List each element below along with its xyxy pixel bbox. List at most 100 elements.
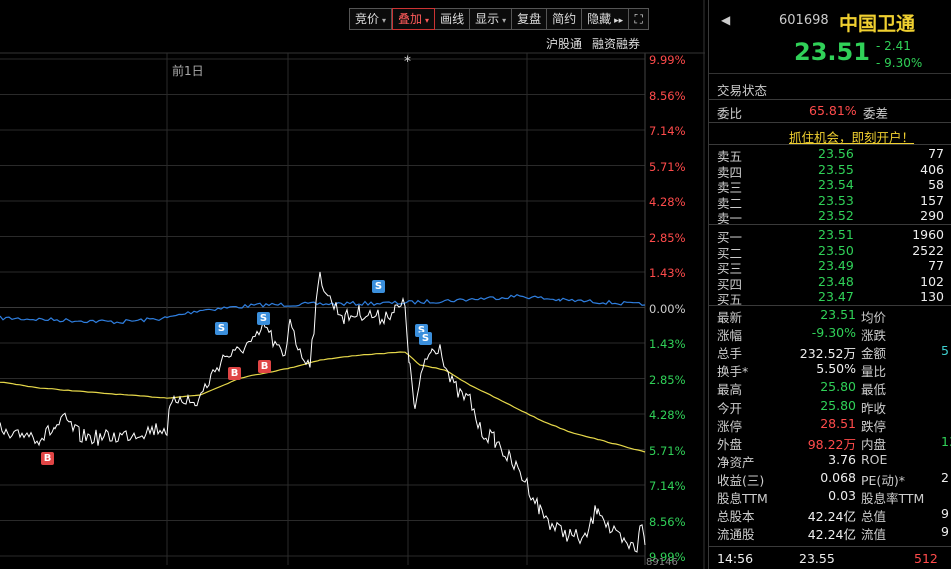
stat-label-2: 量比 [861,364,887,380]
trade-status-label: 交易状态 [717,83,768,98]
ask-volume: 157 [920,192,944,208]
sell-marker[interactable]: S [215,322,228,335]
stat-label: 总股本 [717,509,755,525]
stat-label-2: 金额 [861,346,887,362]
back-triangle-icon[interactable]: ◀ [721,13,730,27]
simple-button[interactable]: 简约 [547,8,583,30]
stat-value-2: 13 [941,433,951,449]
bid-price: 23.49 [818,258,854,273]
pct-tick-label: 9.99% [649,53,686,67]
stat-row: 外盘 98.22万内盘 13 [709,434,951,452]
bid-volume: 130 [920,289,944,304]
quote-header: ◀ 601698 中国卫通 23.51 - 2.41 - 9.30% [709,0,951,74]
bid-price: 23.48 [818,273,854,289]
stock-code: 601698 [779,13,829,28]
pct-tick-label: 2.85% [649,372,686,387]
stat-value-2: 2 [941,469,949,485]
pct-tick-label: 8.56% [649,88,686,103]
bid-price: 23.50 [818,242,854,258]
stat-row: 最新 23.51 均价 [709,307,951,325]
hide-button[interactable]: 隐藏 ▸▸ [582,8,630,30]
hgt-link[interactable]: 沪股通 [546,35,582,52]
draw-line-button[interactable]: 画线 [435,8,471,30]
stat-value: 25.80 [820,379,856,395]
chart-toolbar: 竞价 ▾ 叠加 ▾ 画线 显示 ▾ 复盘 简约 隐藏 ▸▸ ⛶ [349,8,650,30]
stat-label: 股息TTM [717,491,768,506]
intraday-chart[interactable]: * 竞价 ▾ 叠加 ▾ 画线 显示 ▾ 复盘 简约 隐藏 ▸▸ ⛶ 沪股通 融资融券 前… [0,0,705,569]
fullscreen-icon[interactable]: ⛶ [629,8,650,30]
replay-button[interactable]: 复盘 [512,8,548,30]
stat-label-2: 均价 [861,310,887,325]
stat-label: 流通股 [717,527,755,543]
ask-volume: 290 [920,208,944,223]
buy-marker[interactable]: B [258,360,271,373]
stat-label-2: PE(动)* [861,472,905,488]
stat-row: 股息TTM 0.03 股息率TTM [709,488,951,506]
auction-button[interactable]: 竞价 ▾ [349,8,393,30]
sell-marker[interactable]: S [372,280,385,293]
prev-day-label: 前1日 [172,64,204,78]
bid-volume: 102 [920,273,944,289]
ask-volume: 58 [928,177,944,192]
margin-trading-link[interactable]: 融资融券 [592,35,640,52]
stat-label: 净资产 [717,454,755,470]
stat-label: 最新 [717,310,743,325]
quote-panel: ◀ 601698 中国卫通 23.51 - 2.41 - 9.30% 交易状态 … [708,0,951,569]
tick-time: 14:56 [717,551,754,566]
tick-row: 14:56 23.55 512 [709,551,951,569]
buy-marker[interactable]: B [228,367,241,380]
trade-status-row: 交易状态 [709,80,951,98]
stat-label: 换手* [717,364,749,380]
pct-tick-label: 5.71% [649,159,686,174]
pct-tick-label: 4.28% [649,408,686,422]
stat-label-2: 昨收 [861,400,887,416]
tick-volume: 512 [914,551,938,566]
stat-label-2: 股息率TTM [861,491,925,506]
stat-row: 换手* 5.50% 量比 [709,361,951,379]
bid-volume: 77 [928,258,944,273]
ask-price: 23.53 [818,192,854,208]
bid-volume: 1960 [912,227,944,242]
sell-marker[interactable]: S [419,332,432,345]
index-line [0,294,646,325]
pct-tick-label: 1.43% [649,337,686,351]
ask-volume: 406 [920,161,944,177]
ask-price: 23.54 [818,177,854,192]
bid-volume: 2522 [912,242,944,258]
display-button[interactable]: 显示 ▾ [470,8,513,30]
stat-value-2: 9 [941,524,949,540]
pct-tick-label: 1.43% [649,266,686,280]
chart-canvas[interactable]: * [0,0,705,569]
weibi-row: 委比 65.81% 委差 [717,103,889,121]
stat-row: 净资产 3.76 ROE [709,452,951,470]
volume-number: 89146 [646,557,678,568]
stat-value-2: 5 [941,343,949,359]
stat-label: 涨停 [717,418,743,434]
stat-label-2: 内盘 [861,436,887,452]
pct-tick-label: 5.71% [649,443,686,458]
stock-name: 中国卫通 [839,13,916,35]
sell-marker[interactable]: S [257,312,270,325]
stat-value: 0.068 [820,469,856,485]
stat-value: 98.22万 [807,436,856,452]
stat-value: 42.24亿 [807,509,856,525]
stat-row: 流通股 42.24亿 流值 9 [709,524,951,542]
stat-row: 涨停 28.51 跌停 [709,416,951,434]
stat-label-2: 总值 [861,509,887,525]
stat-label-2: ROE [861,451,888,467]
stat-value: 23.51 [820,307,856,322]
stat-label: 外盘 [717,436,743,452]
pct-tick-label: 8.56% [649,514,686,529]
price-change-pct: - 9.30% [876,56,923,70]
stat-row: 收益(三) 0.068 PE(动)* 2 [709,470,951,488]
pct-tick-label: 7.14% [649,124,686,138]
stat-value: 42.24亿 [807,527,856,543]
ask-price: 23.52 [818,208,854,223]
buy-marker[interactable]: B [41,452,54,465]
stat-value: 232.52万 [799,346,856,362]
stat-value-2: 9 [941,506,949,522]
stat-label-2: 最低 [861,382,887,398]
overlay-button[interactable]: 叠加 ▾ [392,8,436,30]
pct-tick-label: 2.85% [649,230,686,245]
stat-label: 涨幅 [717,328,743,344]
